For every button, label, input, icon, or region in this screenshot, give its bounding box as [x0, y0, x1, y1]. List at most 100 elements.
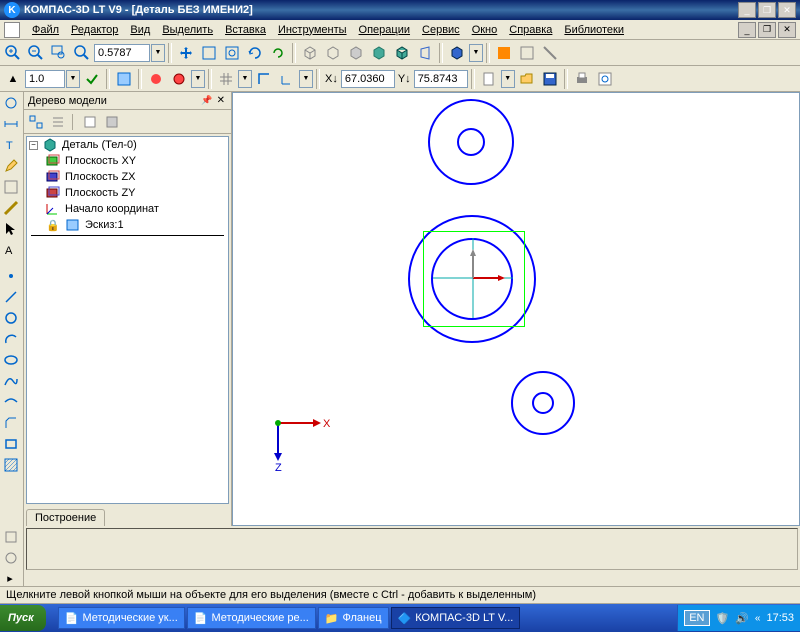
zoom-scale-icon[interactable]	[71, 42, 93, 64]
local-cs-dropdown[interactable]: ▼	[299, 70, 313, 88]
spinner-up[interactable]: ▲	[2, 68, 24, 90]
menu-tools[interactable]: Инструменты	[272, 22, 353, 38]
section-icon[interactable]	[539, 42, 561, 64]
tool-measure-icon[interactable]	[1, 198, 21, 218]
tool-spline-icon[interactable]	[1, 371, 21, 391]
task-item[interactable]: 📄Методические ре...	[187, 607, 316, 629]
tree-tool2-icon[interactable]	[48, 112, 68, 132]
menu-editor[interactable]: Редактор	[65, 22, 124, 38]
drawing-canvas[interactable]: X Z	[232, 92, 800, 526]
coord-y-input[interactable]	[414, 70, 468, 88]
snap-dropdown[interactable]: ▼	[191, 70, 205, 88]
tool-hatch-icon[interactable]	[1, 455, 21, 475]
zoom-value-input[interactable]	[94, 44, 150, 62]
menu-service[interactable]: Сервис	[416, 22, 466, 38]
tool-b1-icon[interactable]	[1, 527, 21, 547]
zoom-dropdown[interactable]: ▼	[151, 44, 165, 62]
menu-window[interactable]: Окно	[466, 22, 504, 38]
zoom-fit-icon[interactable]	[198, 42, 220, 64]
expand-icon[interactable]: ▸	[0, 572, 20, 584]
tree-item-label[interactable]: Эскиз:1	[85, 219, 124, 231]
tool-text-icon[interactable]: T	[1, 135, 21, 155]
tree-tool1-icon[interactable]	[26, 112, 46, 132]
simplify-icon[interactable]	[516, 42, 538, 64]
start-button[interactable]: Пуск	[0, 605, 46, 631]
accept-icon[interactable]	[81, 68, 103, 90]
new-icon[interactable]	[478, 68, 500, 90]
tree-collapse-icon[interactable]: −	[29, 141, 38, 150]
tree-tool3-icon[interactable]	[80, 112, 100, 132]
snap-grid-icon[interactable]	[145, 68, 167, 90]
menu-file[interactable]: Файл	[26, 22, 65, 38]
tray-icon-2[interactable]: 🔊	[735, 612, 749, 625]
orientation-icon[interactable]	[446, 42, 468, 64]
tool-curve-icon[interactable]	[1, 392, 21, 412]
tool-geometry-icon[interactable]	[1, 93, 21, 113]
clock[interactable]: 17:53	[766, 612, 794, 624]
zoom-all-icon[interactable]	[221, 42, 243, 64]
grid-icon[interactable]	[215, 68, 237, 90]
task-item-active[interactable]: 🔷КОМПАС-3D LT V...	[391, 607, 521, 629]
ortho-icon[interactable]	[253, 68, 275, 90]
snap-point-icon[interactable]	[168, 68, 190, 90]
menu-libraries[interactable]: Библиотеки	[558, 22, 630, 38]
view-shaded-icon[interactable]	[368, 42, 390, 64]
save-icon[interactable]	[539, 68, 561, 90]
view-perspective-icon[interactable]	[414, 42, 436, 64]
restore-button[interactable]: ❐	[758, 2, 776, 18]
zoom-in-icon[interactable]	[2, 42, 24, 64]
doc-icon[interactable]	[4, 22, 20, 38]
spin-input[interactable]	[25, 70, 65, 88]
tool-b2-icon[interactable]	[1, 548, 21, 568]
open-icon[interactable]	[516, 68, 538, 90]
tree-body[interactable]: − Деталь (Тел-0) Плоскость XY Плоскость …	[26, 136, 229, 504]
tray-expand-icon[interactable]: «	[755, 613, 761, 624]
preview-icon[interactable]	[594, 68, 616, 90]
doc-restore-button[interactable]: ❐	[758, 22, 776, 38]
tree-item-label[interactable]: Плоскость ZX	[65, 171, 136, 183]
menu-view[interactable]: Вид	[124, 22, 156, 38]
local-cs-icon[interactable]	[276, 68, 298, 90]
tool-dimension-icon[interactable]	[1, 114, 21, 134]
task-item[interactable]: 📁Фланец	[318, 607, 389, 629]
tree-item-label[interactable]: Начало координат	[65, 203, 159, 215]
tray-icon-1[interactable]: 🛡️	[716, 612, 730, 625]
tool-line-icon[interactable]	[1, 287, 21, 307]
view-wireframe-icon[interactable]	[299, 42, 321, 64]
tool-circle-icon[interactable]	[1, 308, 21, 328]
menu-help[interactable]: Справка	[503, 22, 558, 38]
menu-insert[interactable]: Вставка	[219, 22, 272, 38]
minimize-button[interactable]: _	[738, 2, 756, 18]
sketch-mode-icon[interactable]	[113, 68, 135, 90]
menu-operations[interactable]: Операции	[353, 22, 416, 38]
tool-rect-icon[interactable]	[1, 434, 21, 454]
tree-tool4-icon[interactable]	[102, 112, 122, 132]
coord-x-input[interactable]	[341, 70, 395, 88]
view-noedges-icon[interactable]	[345, 42, 367, 64]
redraw-icon[interactable]	[267, 42, 289, 64]
tool-edit-icon[interactable]	[1, 156, 21, 176]
menu-select[interactable]: Выделить	[156, 22, 219, 38]
tool-ellipse-icon[interactable]	[1, 350, 21, 370]
tree-item-label[interactable]: Плоскость XY	[65, 155, 136, 167]
zoom-out-icon[interactable]	[25, 42, 47, 64]
pan-icon[interactable]	[175, 42, 197, 64]
tree-item-label[interactable]: Плоскость ZY	[65, 187, 136, 199]
orientation-dropdown[interactable]: ▼	[469, 44, 483, 62]
tree-tab-build[interactable]: Построение	[26, 509, 105, 526]
tool-spec-icon[interactable]: A	[1, 240, 21, 260]
tool-select-icon[interactable]	[1, 219, 21, 239]
tree-close-icon[interactable]: ✕	[215, 95, 227, 106]
doc-close-button[interactable]: ✕	[778, 22, 796, 38]
close-button[interactable]: ✕	[778, 2, 796, 18]
render-icon[interactable]	[493, 42, 515, 64]
view-shaded-edges-icon[interactable]	[391, 42, 413, 64]
tree-root-label[interactable]: Деталь (Тел-0)	[62, 139, 137, 151]
tool-point-icon[interactable]	[1, 266, 21, 286]
new-dropdown[interactable]: ▼	[501, 70, 515, 88]
tool-arc-icon[interactable]	[1, 329, 21, 349]
doc-minimize-button[interactable]: _	[738, 22, 756, 38]
tool-param-icon[interactable]	[1, 177, 21, 197]
rotate-icon[interactable]	[244, 42, 266, 64]
spin-dropdown[interactable]: ▼	[66, 70, 80, 88]
